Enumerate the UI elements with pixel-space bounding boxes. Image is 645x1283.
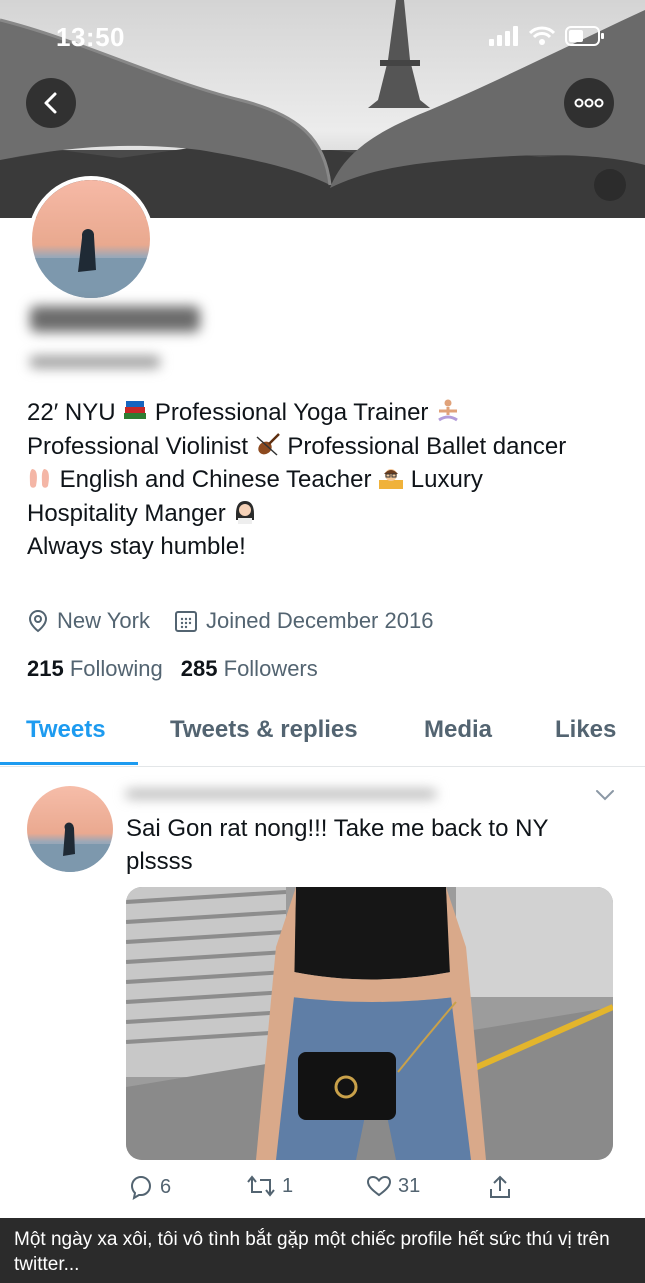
bio-text: Always stay humble! <box>27 533 246 560</box>
location: New York <box>27 608 150 634</box>
wifi-icon <box>529 26 555 45</box>
tweet-avatar[interactable] <box>27 786 113 872</box>
reply-icon <box>130 1175 152 1200</box>
tab-media[interactable]: Media <box>424 716 492 744</box>
heart-icon <box>366 1175 392 1197</box>
retweet-button[interactable]: 1 <box>246 1174 293 1198</box>
yoga-person-icon <box>438 399 458 422</box>
status-time: 13:50 <box>56 22 125 52</box>
joined-text: Joined December 2016 <box>205 608 434 633</box>
like-button[interactable]: 31 <box>366 1174 420 1198</box>
more-options-button[interactable] <box>564 78 614 128</box>
location-text: New York <box>57 608 150 633</box>
violin-icon <box>256 432 280 456</box>
chevron-left-icon <box>44 92 57 114</box>
bio-text: Professional Ballet dancer <box>287 432 567 460</box>
calendar-icon <box>174 611 197 632</box>
profile-avatar[interactable] <box>28 176 154 302</box>
joined-date: Joined December 2016 <box>174 608 433 634</box>
like-count: 31 <box>398 1174 421 1197</box>
bio-text: Hospitality Manger <box>27 499 226 527</box>
followers-label: Followers <box>223 656 318 681</box>
bio-text: English and Chinese Teacher <box>59 466 372 493</box>
tweet-photo <box>126 887 613 1160</box>
avatar-image <box>32 180 150 298</box>
profile-tabs: Tweets Tweets & replies Media Likes <box>0 708 645 767</box>
following-count: 215 <box>27 656 64 681</box>
following-label: Following <box>69 656 163 681</box>
battery-icon <box>565 26 604 46</box>
bio-text: Professional Yoga Trainer <box>154 399 429 426</box>
signal-icon <box>489 26 518 46</box>
bio-text: Luxury <box>410 466 483 493</box>
share-icon <box>490 1175 510 1198</box>
ballet-shoes-icon <box>29 469 49 488</box>
reply-button[interactable]: 6 <box>128 1174 171 1200</box>
bio-text: Professional Violinist <box>27 432 249 460</box>
back-button[interactable] <box>26 78 76 128</box>
profile-meta: New York Joined December 2016 <box>27 608 457 634</box>
profile-name-redacted <box>30 300 210 345</box>
location-pin-icon <box>28 609 48 633</box>
retweet-count: 1 <box>282 1174 294 1197</box>
status-bar: 13:50 <box>0 0 645 70</box>
profile-bio: 22′ NYU Professional Yoga Trainer Profes… <box>27 396 627 564</box>
books-icon <box>124 401 147 419</box>
tweet-author-redacted <box>126 782 446 808</box>
caption-text: Một ngày xa xôi, tôi vô tình bắt gặp một… <box>14 1229 610 1275</box>
woman-icon <box>236 500 255 524</box>
tweet-actions: 6 1 31 <box>126 1172 616 1206</box>
chevron-down-icon[interactable] <box>594 788 616 802</box>
more-icon <box>574 98 604 108</box>
tweet-text: Sai Gon rat nong!!! Take me back to NY p… <box>126 815 549 875</box>
reply-count: 6 <box>160 1175 172 1198</box>
tab-tweets[interactable]: Tweets <box>26 716 106 744</box>
tweet-image[interactable] <box>126 887 613 1160</box>
retweet-icon <box>247 1175 275 1197</box>
follow-stats: 215 Following 285 Followers <box>27 656 318 682</box>
tab-tweets-replies[interactable]: Tweets & replies <box>170 716 358 744</box>
active-tab-indicator <box>0 762 138 765</box>
caption-bar: Một ngày xa xôi, tôi vô tình bắt gặp một… <box>0 1218 645 1283</box>
followers-link[interactable]: 285 Followers <box>181 656 318 682</box>
followers-count: 285 <box>180 656 218 681</box>
following-link[interactable]: 215 Following <box>27 656 163 682</box>
profile-handle-redacted <box>30 352 170 378</box>
bio-text: 22′ NYU <box>27 399 116 426</box>
share-button[interactable] <box>488 1174 512 1200</box>
teacher-icon <box>379 469 404 489</box>
tab-likes[interactable]: Likes <box>555 716 616 744</box>
tweet-avatar-image <box>27 786 113 872</box>
